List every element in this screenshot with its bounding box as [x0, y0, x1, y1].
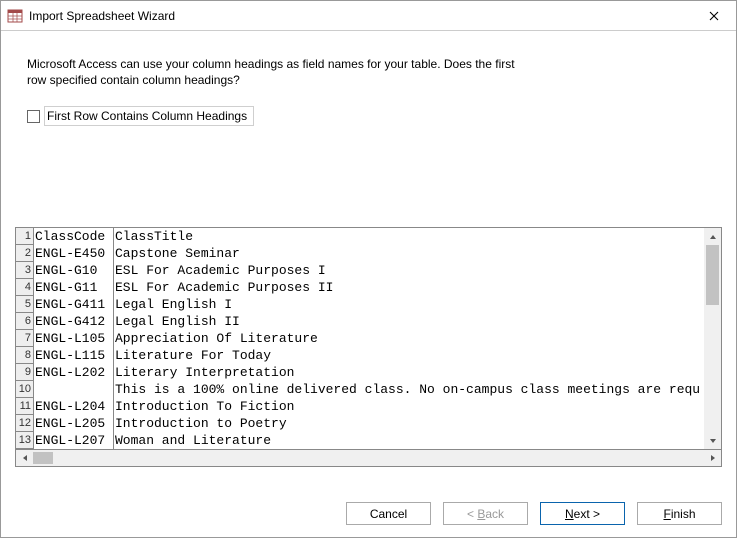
- cell-classtitle: Legal English II: [114, 313, 704, 330]
- instructions-line1: Microsoft Access can use your column hea…: [27, 57, 515, 71]
- window-title: Import Spreadsheet Wizard: [29, 9, 691, 23]
- table-row[interactable]: 2ENGL-E450Capstone Seminar: [16, 245, 704, 262]
- cell-classtitle: Literature For Today: [114, 347, 704, 364]
- preview-area: 1ClassCodeClassTitle2ENGL-E450Capstone S…: [15, 227, 722, 467]
- table-row[interactable]: 3ENGL-G10ESL For Academic Purposes I: [16, 262, 704, 279]
- table-row[interactable]: 12ENGL-L205Introduction to Poetry: [16, 415, 704, 432]
- cell-classcode: ENGL-G411: [34, 296, 114, 313]
- first-row-headings-checkbox[interactable]: First Row Contains Column Headings: [27, 106, 736, 126]
- next-label: Next >: [565, 507, 600, 521]
- cell-classcode: [34, 381, 114, 398]
- cell-classcode: ENGL-L207: [34, 432, 114, 449]
- back-label: < Back: [467, 507, 504, 521]
- preview-scroll-container: 1ClassCodeClassTitle2ENGL-E450Capstone S…: [15, 227, 722, 450]
- table-row[interactable]: 5ENGL-G411Legal English I: [16, 296, 704, 313]
- finish-button[interactable]: Finish: [637, 502, 722, 525]
- table-row[interactable]: 10 This is a 100% online delivered class.…: [16, 381, 704, 398]
- cell-classcode: ClassCode: [34, 228, 114, 245]
- cell-classtitle: Appreciation Of Literature: [114, 330, 704, 347]
- h-scroll-track[interactable]: [33, 450, 704, 466]
- cell-classtitle: ESL For Academic Purposes I: [114, 262, 704, 279]
- v-scroll-thumb[interactable]: [706, 245, 719, 305]
- scroll-left-button[interactable]: [16, 450, 33, 466]
- table-row[interactable]: 9ENGL-L202Literary Interpretation: [16, 364, 704, 381]
- cell-classtitle: Capstone Seminar: [114, 245, 704, 262]
- cell-classtitle: Introduction To Fiction: [114, 398, 704, 415]
- table-row[interactable]: 11ENGL-L204Introduction To Fiction: [16, 398, 704, 415]
- data-preview-grid[interactable]: 1ClassCodeClassTitle2ENGL-E450Capstone S…: [16, 228, 704, 449]
- cell-classcode: ENGL-L115: [34, 347, 114, 364]
- back-button: < Back: [443, 502, 528, 525]
- titlebar: Import Spreadsheet Wizard: [1, 1, 736, 31]
- v-scroll-track[interactable]: [704, 245, 721, 432]
- cell-classtitle: Woman and Literature: [114, 432, 704, 449]
- cell-classcode: ENGL-E450: [34, 245, 114, 262]
- close-button[interactable]: [691, 1, 736, 30]
- row-number: 1: [16, 228, 34, 245]
- row-number: 12: [16, 415, 34, 432]
- table-row[interactable]: 4ENGL-G11ESL For Academic Purposes II: [16, 279, 704, 296]
- instructions-line2: row specified contain column headings?: [27, 73, 240, 87]
- finish-label: Finish: [663, 507, 695, 521]
- row-number: 5: [16, 296, 34, 313]
- scroll-up-button[interactable]: [704, 228, 721, 245]
- cell-classtitle: ESL For Academic Purposes II: [114, 279, 704, 296]
- cell-classcode: ENGL-G10: [34, 262, 114, 279]
- table-row[interactable]: 7ENGL-L105Appreciation Of Literature: [16, 330, 704, 347]
- row-number: 6: [16, 313, 34, 330]
- app-icon: [7, 8, 23, 24]
- row-number: 3: [16, 262, 34, 279]
- cell-classcode: ENGL-L204: [34, 398, 114, 415]
- row-number: 2: [16, 245, 34, 262]
- client-area: Microsoft Access can use your column hea…: [1, 31, 736, 537]
- cell-classtitle: Literary Interpretation: [114, 364, 704, 381]
- cell-classcode: ENGL-G11: [34, 279, 114, 296]
- cell-classcode: ENGL-L105: [34, 330, 114, 347]
- row-number: 11: [16, 398, 34, 415]
- row-number: 4: [16, 279, 34, 296]
- table-row[interactable]: 1ClassCodeClassTitle: [16, 228, 704, 245]
- row-number: 13: [16, 432, 34, 449]
- horizontal-scrollbar[interactable]: [15, 450, 722, 467]
- vertical-scrollbar[interactable]: [704, 228, 721, 449]
- wizard-window: Import Spreadsheet Wizard Microsoft Acce…: [0, 0, 737, 538]
- table-row[interactable]: 13ENGL-L207Woman and Literature: [16, 432, 704, 449]
- h-scroll-thumb[interactable]: [33, 452, 53, 464]
- instructions-text: Microsoft Access can use your column hea…: [1, 31, 541, 88]
- checkbox-box-icon[interactable]: [27, 110, 40, 123]
- button-bar: Cancel < Back Next > Finish: [346, 502, 722, 525]
- scroll-down-button[interactable]: [704, 432, 721, 449]
- cell-classcode: ENGL-G412: [34, 313, 114, 330]
- cell-classcode: ENGL-L205: [34, 415, 114, 432]
- table-row[interactable]: 8ENGL-L115Literature For Today: [16, 347, 704, 364]
- row-number: 7: [16, 330, 34, 347]
- cell-classtitle: This is a 100% online delivered class. N…: [114, 381, 704, 398]
- cell-classcode: ENGL-L202: [34, 364, 114, 381]
- row-number: 9: [16, 364, 34, 381]
- cell-classtitle: ClassTitle: [114, 228, 704, 245]
- next-button[interactable]: Next >: [540, 502, 625, 525]
- cancel-label: Cancel: [370, 507, 407, 521]
- checkbox-label: First Row Contains Column Headings: [44, 106, 254, 126]
- scroll-right-button[interactable]: [704, 450, 721, 466]
- cell-classtitle: Legal English I: [114, 296, 704, 313]
- row-number: 10: [16, 381, 34, 398]
- table-row[interactable]: 6ENGL-G412Legal English II: [16, 313, 704, 330]
- cancel-button[interactable]: Cancel: [346, 502, 431, 525]
- cell-classtitle: Introduction to Poetry: [114, 415, 704, 432]
- row-number: 8: [16, 347, 34, 364]
